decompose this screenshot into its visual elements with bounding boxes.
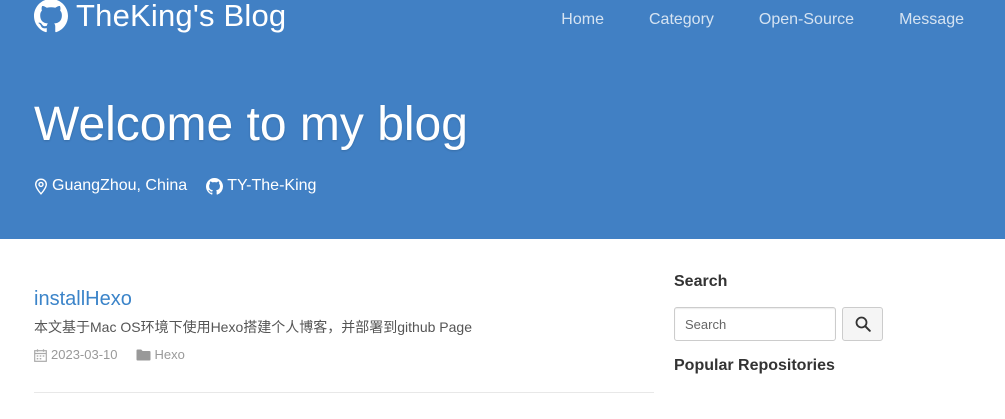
post-meta: 2023-03-10 Hexo <box>34 346 654 364</box>
post-category[interactable]: Hexo <box>136 346 185 364</box>
main-content: installHexo 本文基于Mac OS环境下使用Hexo搭建个人博客，并部… <box>0 239 1005 419</box>
nav-category[interactable]: Category <box>649 10 714 30</box>
search-icon <box>855 316 871 332</box>
site-title[interactable]: TheKing's Blog <box>76 0 286 34</box>
post-category-text[interactable]: Hexo <box>155 346 185 364</box>
folder-icon <box>136 349 150 361</box>
search-input[interactable] <box>674 307 836 341</box>
post-date-text: 2023-03-10 <box>51 347 118 362</box>
main-nav: Home Category Open-Source Message <box>561 10 964 30</box>
author-meta: GuangZhou, China TY-The-King <box>34 176 316 196</box>
github-icon <box>206 177 224 195</box>
search-form <box>674 307 974 341</box>
hero-title: Welcome to my blog <box>34 98 468 151</box>
post-date: 2023-03-10 <box>34 346 118 364</box>
post-item: installHexo 本文基于Mac OS环境下使用Hexo搭建个人博客，并部… <box>34 286 654 364</box>
sidebar: Search Popular Repositories <box>674 272 974 376</box>
location-pin-icon <box>34 177 48 195</box>
nav-open-source[interactable]: Open-Source <box>759 10 854 30</box>
site-brand[interactable]: TheKing's Blog <box>34 0 286 34</box>
github-icon <box>34 0 68 33</box>
github-username[interactable]: TY-The-King <box>227 176 316 196</box>
nav-message[interactable]: Message <box>899 10 964 30</box>
post-excerpt: 本文基于Mac OS环境下使用Hexo搭建个人博客，并部署到github Pag… <box>34 319 472 335</box>
site-header: TheKing's Blog Home Category Open-Source… <box>0 0 1005 239</box>
popular-repos-heading: Popular Repositories <box>674 357 835 374</box>
nav-home[interactable]: Home <box>561 10 604 30</box>
github-user-item[interactable]: TY-The-King <box>206 176 316 196</box>
post-title[interactable]: installHexo <box>34 286 132 312</box>
location-text: GuangZhou, China <box>52 177 188 194</box>
search-button[interactable] <box>842 307 883 341</box>
search-heading: Search <box>674 273 728 290</box>
calendar-icon <box>34 348 47 362</box>
post-divider <box>34 392 654 393</box>
location-item: GuangZhou, China <box>34 176 187 196</box>
